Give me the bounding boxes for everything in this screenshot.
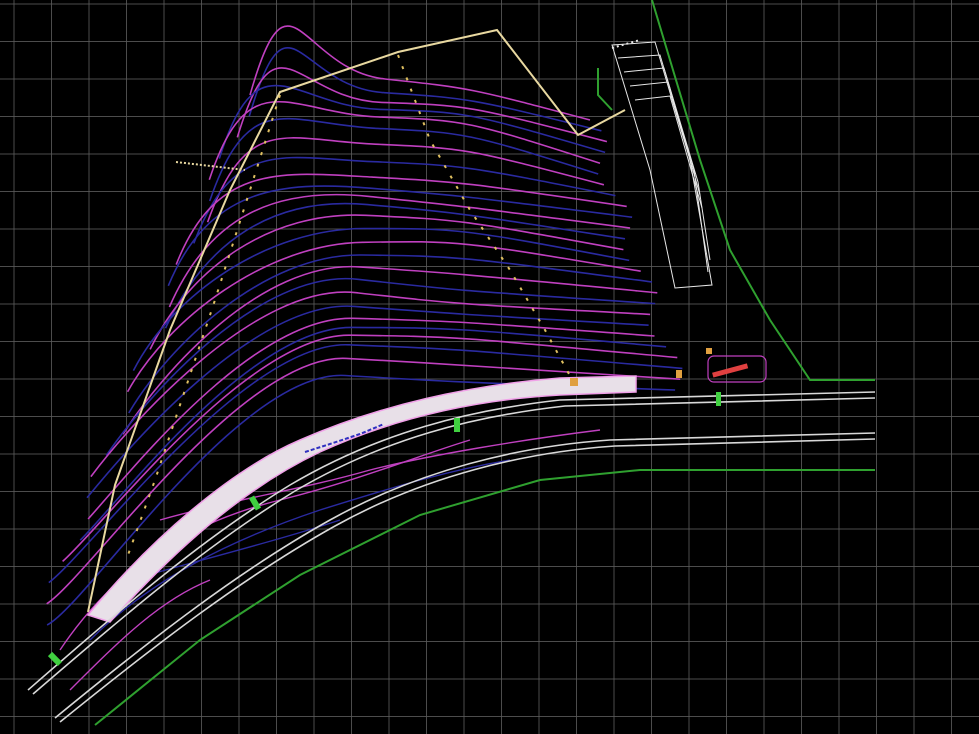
cad-drawing-canvas[interactable] — [0, 0, 979, 734]
pad-marker-3 — [706, 348, 712, 354]
pad-marker-1 — [570, 378, 578, 386]
station-marker-1 — [454, 418, 460, 432]
pad-marker-2 — [676, 370, 682, 378]
station-marker-4 — [716, 392, 721, 406]
